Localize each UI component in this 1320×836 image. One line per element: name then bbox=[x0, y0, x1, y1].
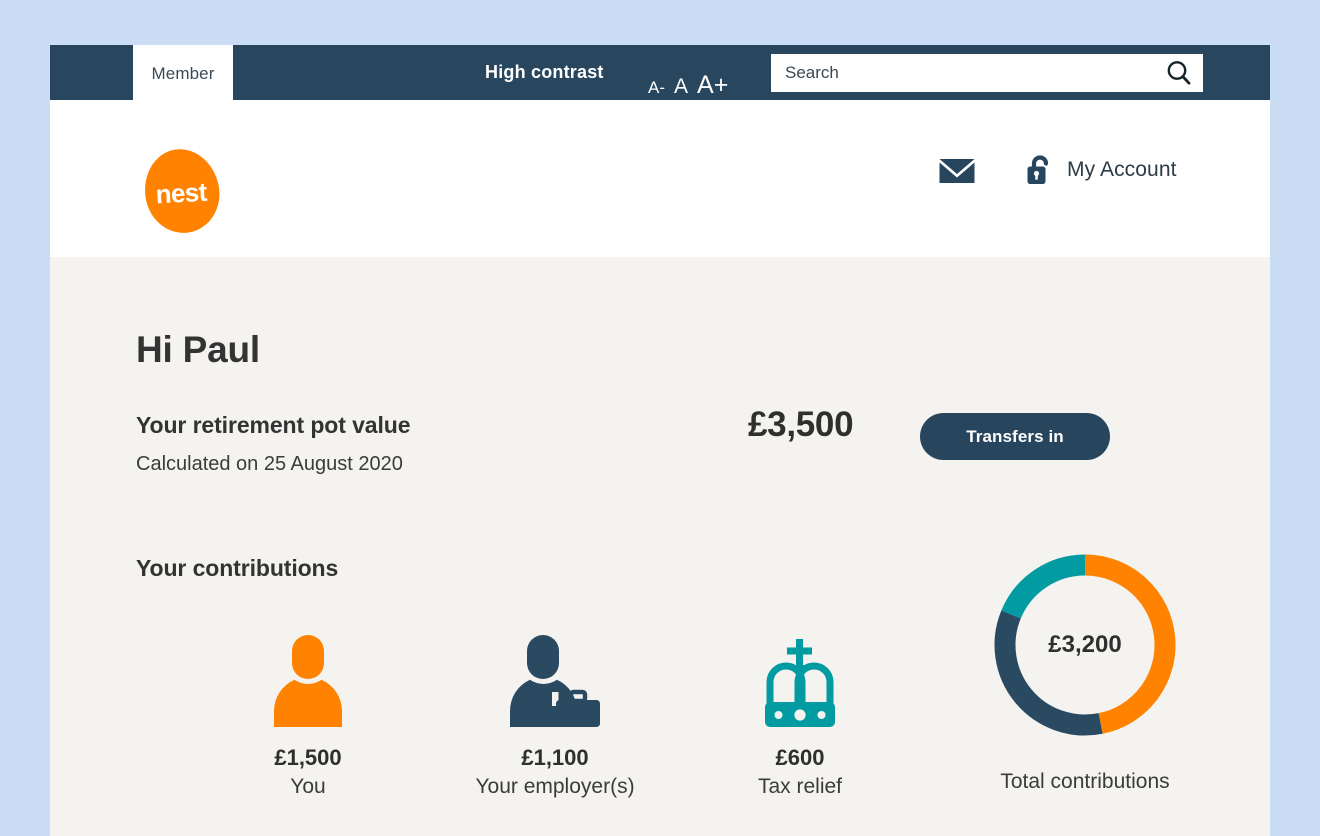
pot-value-heading: Your retirement pot value bbox=[136, 412, 411, 438]
contribution-item-employer: £1,100 Your employer(s) bbox=[435, 635, 675, 799]
contribution-label: Your employer(s) bbox=[475, 775, 635, 798]
tab-member[interactable]: Member bbox=[133, 45, 233, 102]
site-header: nest My Account bbox=[50, 100, 1270, 280]
person-icon bbox=[274, 635, 342, 727]
total-contributions-chart: £3,200 Total contributions bbox=[935, 550, 1235, 794]
pot-value-amount: £3,500 bbox=[748, 405, 854, 444]
my-account-link[interactable]: My Account bbox=[1025, 150, 1177, 190]
high-contrast-label: High contrast bbox=[485, 62, 604, 82]
contribution-label: You bbox=[290, 775, 326, 798]
contributions-heading: Your contributions bbox=[136, 555, 339, 581]
pot-calculated-date: Calculated on 25 August 2020 bbox=[136, 453, 403, 475]
contribution-icon-slot bbox=[680, 635, 920, 727]
contribution-amount: £1,100 bbox=[521, 745, 589, 770]
person-with-briefcase-icon bbox=[509, 635, 600, 727]
donut-center-value: £3,200 bbox=[1048, 631, 1122, 658]
envelope-icon bbox=[939, 159, 975, 183]
donut-caption: Total contributions bbox=[1000, 770, 1170, 793]
text-size-decrease-button[interactable]: A- bbox=[648, 79, 665, 96]
nest-logo[interactable]: nest bbox=[137, 142, 227, 240]
transfers-in-button[interactable]: Transfers in bbox=[920, 413, 1110, 460]
contribution-item-you: £1,500 You bbox=[188, 635, 428, 799]
unlocked-padlock-icon bbox=[1027, 155, 1049, 184]
donut-chart: £3,200 bbox=[990, 550, 1180, 740]
contribution-label: Tax relief bbox=[757, 775, 843, 798]
high-contrast-toggle[interactable]: High contrast bbox=[485, 45, 604, 100]
my-account-label: My Account bbox=[1067, 158, 1177, 181]
browser-page-frame: Member High contrast A- A A+ nest bbox=[50, 45, 1270, 836]
top-utility-bar: Member High contrast A- A A+ bbox=[50, 45, 1270, 102]
contribution-icon-slot bbox=[435, 635, 675, 727]
text-size-normal-button[interactable]: A bbox=[674, 76, 688, 97]
messages-button[interactable] bbox=[938, 156, 976, 186]
search-bar bbox=[771, 54, 1203, 92]
main-content: Hi Paul Your retirement pot value Calcul… bbox=[50, 257, 1270, 836]
logo-wordmark: nest bbox=[154, 176, 208, 209]
text-size-increase-button[interactable]: A+ bbox=[697, 73, 728, 98]
contribution-amount: £1,500 bbox=[274, 745, 342, 770]
contribution-icon-slot bbox=[188, 635, 428, 727]
search-input[interactable] bbox=[771, 54, 1155, 92]
crown-icon bbox=[765, 639, 835, 727]
search-icon bbox=[1167, 61, 1191, 85]
contribution-item-tax-relief: £600 Tax relief bbox=[680, 635, 920, 799]
text-size-controls: A- A A+ bbox=[648, 45, 728, 100]
search-button[interactable] bbox=[1155, 54, 1203, 92]
page-title: Hi Paul bbox=[136, 329, 261, 370]
contribution-amount: £600 bbox=[775, 745, 825, 770]
tab-member-label: Member bbox=[151, 63, 215, 83]
